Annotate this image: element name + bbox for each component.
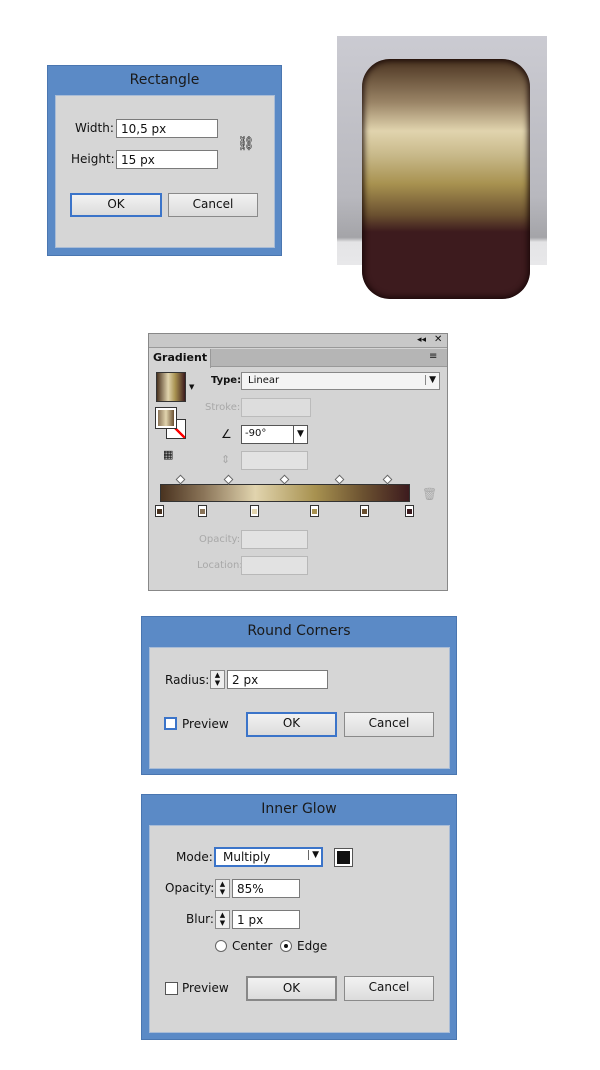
stroke-label: Stroke: [205, 402, 241, 413]
type-label: Type: [211, 375, 242, 386]
edge-radio[interactable] [280, 940, 292, 952]
aspect-ratio-select [241, 451, 308, 470]
angle-input[interactable]: -90° ▼ [241, 425, 308, 444]
gradient-stop[interactable] [310, 505, 319, 517]
mode-select[interactable]: Multiply ▼ [214, 847, 323, 867]
opacity-input[interactable]: 85% [232, 879, 300, 898]
tab-label: Gradient [153, 351, 208, 364]
stroke-options [241, 398, 311, 417]
fill-swatch[interactable] [155, 407, 177, 429]
gradient-stop[interactable] [155, 505, 164, 517]
opacity-stepper[interactable]: ▲ ▼ [215, 879, 230, 898]
edge-label: Edge [297, 939, 328, 953]
gradient-slider[interactable] [160, 484, 410, 502]
blur-label: Blur: [186, 912, 214, 926]
glow-color-swatch[interactable] [334, 848, 353, 867]
location-label: Location: [197, 560, 243, 571]
ok-button[interactable]: OK [70, 193, 162, 217]
round-corners-dialog: Round Corners [141, 616, 457, 775]
radius-stepper[interactable]: ▲ ▼ [210, 670, 225, 689]
type-value: Linear [248, 375, 280, 386]
constrain-proportions-icon[interactable]: ⛓ [237, 136, 255, 152]
preview-checkbox[interactable] [165, 982, 178, 995]
angle-icon: ∠ [221, 427, 232, 441]
angle-value: -90° [245, 428, 267, 439]
opacity-select [241, 530, 308, 549]
blur-input[interactable]: 1 px [232, 910, 300, 929]
panel-menu-icon[interactable]: ≡ [429, 351, 437, 362]
gradient-swatch[interactable] [156, 372, 186, 402]
gradient-stop[interactable] [405, 505, 414, 517]
aspect-ratio-icon: ⇕ [221, 453, 231, 466]
preview-checkbox[interactable] [164, 717, 177, 730]
mode-label: Mode: [176, 850, 213, 864]
blur-stepper[interactable]: ▲ ▼ [215, 910, 230, 929]
reverse-gradient-icon[interactable]: ▦ [163, 448, 173, 461]
cancel-button[interactable]: Cancel [344, 712, 434, 737]
delete-stop-icon[interactable]: 🗑 [422, 487, 437, 501]
dialog-title: Rectangle [129, 72, 200, 88]
center-radio[interactable] [215, 940, 227, 952]
gradient-stop[interactable] [197, 505, 207, 517]
preview-label: Preview [182, 981, 229, 995]
dialog-title: Round Corners [247, 623, 351, 639]
gradient-stop[interactable] [250, 505, 259, 517]
mode-value: Multiply [223, 850, 271, 864]
preview-label: Preview [182, 717, 229, 731]
cancel-button[interactable]: Cancel [168, 193, 258, 217]
height-label: Height: [71, 152, 115, 166]
close-icon[interactable]: ✕ [434, 334, 442, 345]
width-input[interactable]: 10,5 px [116, 119, 218, 138]
collapse-icon[interactable]: ◂◂ [417, 335, 426, 345]
center-label: Center [232, 939, 273, 953]
height-input[interactable]: 15 px [116, 150, 218, 169]
rounded-rectangle-preview [362, 59, 530, 299]
radius-label: Radius: [165, 673, 210, 687]
dialog-title: Inner Glow [261, 801, 337, 817]
chevron-down-icon[interactable]: ▼ [189, 383, 194, 391]
gradient-stop[interactable] [360, 505, 369, 517]
location-select [241, 556, 308, 575]
opacity-label: Opacity: [199, 534, 241, 545]
type-select[interactable]: Linear ▼ [241, 372, 440, 390]
ok-button[interactable]: OK [246, 712, 337, 737]
opacity-label: Opacity: [165, 881, 215, 895]
cancel-button[interactable]: Cancel [344, 976, 434, 1001]
radius-input[interactable]: 2 px [227, 670, 328, 689]
tab-gradient[interactable]: Gradient [149, 349, 211, 368]
width-label: Width: [75, 121, 114, 135]
ok-button[interactable]: OK [246, 976, 337, 1001]
